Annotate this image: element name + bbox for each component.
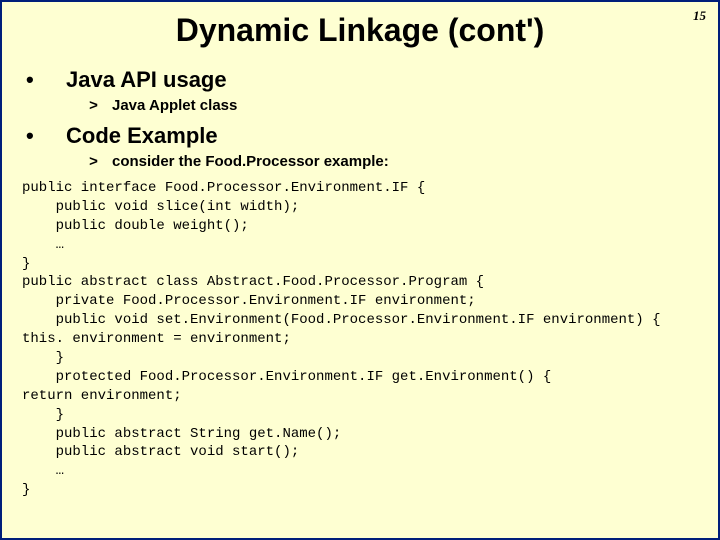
bullet-text: Java API usage bbox=[66, 67, 227, 93]
list-item: • Code Example > consider the Food.Proce… bbox=[22, 123, 698, 171]
bullet-marker: • bbox=[22, 67, 66, 93]
bullet-text: Code Example bbox=[66, 123, 218, 149]
slide-title: Dynamic Linkage (cont') bbox=[122, 12, 598, 49]
bullet-list: • Java API usage > Java Applet class • C… bbox=[22, 67, 698, 171]
sub-bullet-marker: > bbox=[22, 154, 112, 171]
slide-body: • Java API usage > Java Applet class • C… bbox=[2, 67, 718, 500]
sub-bullet-row: > Java Applet class bbox=[22, 97, 698, 115]
page-number: 15 bbox=[693, 8, 706, 24]
sub-bullet-marker: > bbox=[22, 98, 112, 115]
sub-bullet-text: consider the Food.Processor example: bbox=[112, 153, 389, 170]
bullet-marker: • bbox=[22, 123, 66, 149]
list-item: • Java API usage > Java Applet class bbox=[22, 67, 698, 115]
code-block: public interface Food.Processor.Environm… bbox=[22, 179, 698, 500]
bullet-row: • Code Example bbox=[22, 123, 698, 149]
sub-bullet-text: Java Applet class bbox=[112, 97, 237, 114]
sub-bullet-row: > consider the Food.Processor example: bbox=[22, 153, 698, 171]
bullet-row: • Java API usage bbox=[22, 67, 698, 93]
slide: 15 Dynamic Linkage (cont') • Java API us… bbox=[0, 0, 720, 540]
